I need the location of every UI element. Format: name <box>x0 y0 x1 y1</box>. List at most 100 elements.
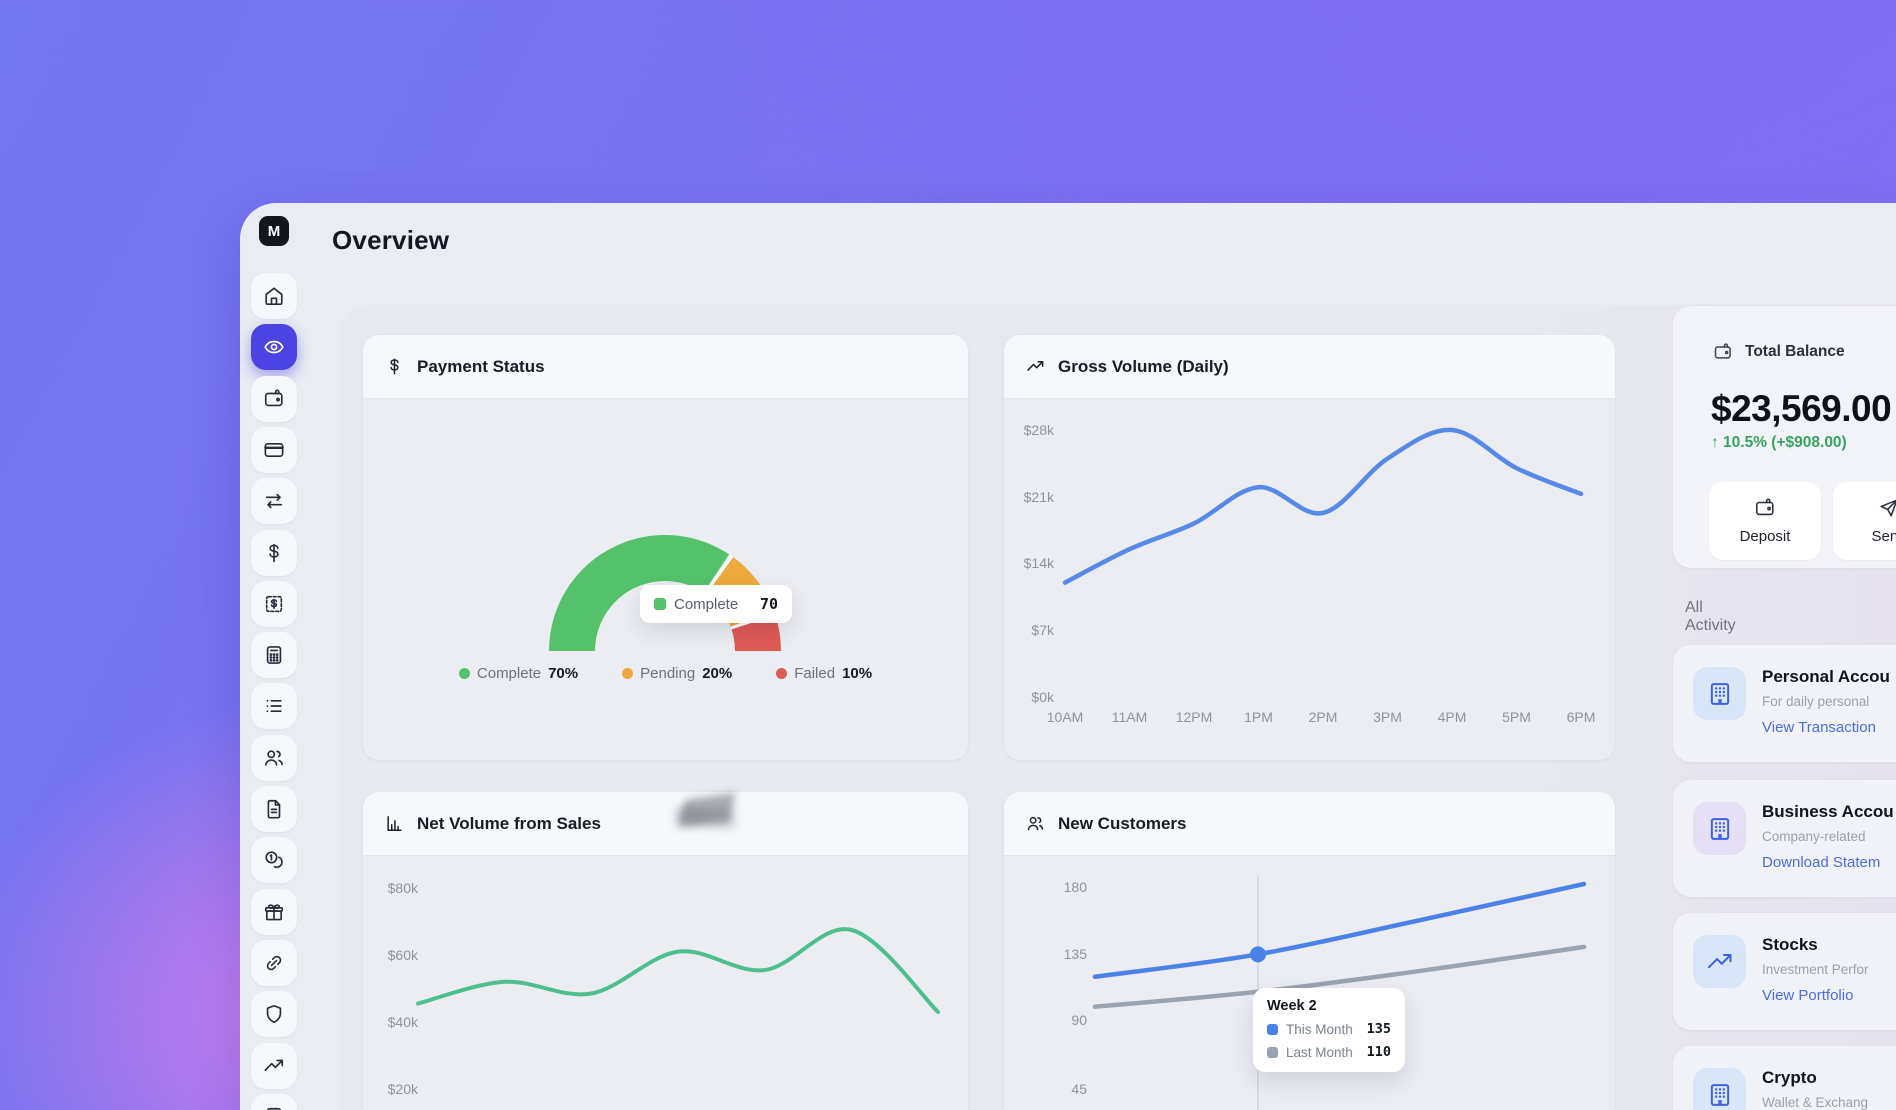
all-activity-heading: All Activity <box>1685 599 1736 635</box>
y-axis-tick: $40k <box>388 1014 419 1030</box>
activity-subtitle: Company-related <box>1762 829 1866 844</box>
sidebar-item-security[interactable] <box>251 991 297 1037</box>
net-volume-chart: $80k$60k$40k$20k <box>363 792 968 1110</box>
gift-icon <box>263 901 285 923</box>
coins-icon <box>263 849 285 871</box>
deposit-label: Deposit <box>1740 528 1791 545</box>
tooltip-row: This Month 135 <box>1267 1021 1391 1037</box>
y-axis-tick: 45 <box>1071 1081 1087 1097</box>
tooltip-swatch <box>1267 1024 1278 1035</box>
activity-title: Stocks <box>1762 935 1818 955</box>
activity-card-personal: Personal Accou For daily personal View T… <box>1673 645 1896 762</box>
wallet-icon <box>263 388 285 410</box>
tooltip-label: This Month <box>1286 1022 1353 1037</box>
building-icon <box>1706 815 1734 843</box>
y-axis-tick: $80k <box>388 880 419 896</box>
card-title: Payment Status <box>417 357 545 377</box>
sidebar-item-calculator[interactable] <box>251 632 297 678</box>
sidebar-item-home[interactable] <box>251 273 297 319</box>
users-icon <box>263 747 285 769</box>
sidebar-item-transfers[interactable] <box>251 478 297 524</box>
receipt-dollar-icon <box>263 593 285 615</box>
desktop-background: { "app": { "logo_letter": "M", "page_tit… <box>0 0 1896 1110</box>
tooltip-row: Last Month 110 <box>1267 1044 1391 1060</box>
gross-volume-chart: $28k$21k$14k$7k$0k10AM11AM12PM1PM2PM3PM4… <box>1004 335 1615 760</box>
sidebar-item-integrations[interactable] <box>251 940 297 986</box>
total-balance-card: Total Balance $23,569.00 ↑ 10.5% (+$908.… <box>1673 306 1896 568</box>
shield-icon <box>263 1003 285 1025</box>
activity-subtitle: For daily personal <box>1762 694 1869 709</box>
y-axis-tick: $14k <box>1024 555 1055 571</box>
activity-card-crypto: Crypto Wallet & Exchang <box>1673 1046 1896 1110</box>
calculator-icon <box>263 644 285 666</box>
x-axis-tick: 3PM <box>1373 709 1402 725</box>
y-axis-tick: 90 <box>1071 1012 1087 1028</box>
tooltip-value: 70 <box>760 595 778 613</box>
wallet-icon <box>1754 497 1776 519</box>
tooltip-swatch <box>654 598 666 610</box>
activity-link[interactable]: View Transaction <box>1762 719 1876 736</box>
sidebar-item-coins[interactable] <box>251 837 297 883</box>
trending-up-icon <box>1693 935 1746 988</box>
activity-title: Crypto <box>1762 1068 1817 1088</box>
sidebar-item-rewards[interactable] <box>251 889 297 935</box>
building-icon <box>1706 1081 1734 1109</box>
send-label: Send <box>1871 528 1896 545</box>
legend-label: Failed <box>794 665 835 682</box>
gauge-tooltip: Complete 70 <box>640 585 792 623</box>
sidebar-item-invoices[interactable] <box>251 581 297 627</box>
payment-status-card: Payment Status Complete 70 Complete70%Pe… <box>363 335 968 760</box>
balance-change: ↑ 10.5% (+$908.00) <box>1711 434 1847 452</box>
activity-link[interactable]: Download Statem <box>1762 854 1880 871</box>
arrows-swap-icon <box>263 490 285 512</box>
app-logo[interactable]: M <box>259 216 289 246</box>
deposit-button[interactable]: Deposit <box>1709 482 1821 560</box>
dollar-icon <box>263 542 285 564</box>
eye-icon <box>263 336 285 358</box>
x-axis-tick: 10AM <box>1047 709 1084 725</box>
building-icon <box>1693 667 1746 720</box>
series-line-volume <box>1065 430 1581 583</box>
series-line-This Month <box>1095 884 1584 977</box>
tablet-icon <box>263 1106 285 1110</box>
sidebar-item-cards[interactable] <box>251 427 297 473</box>
sidebar-item-devices[interactable] <box>251 1094 297 1110</box>
link-icon <box>263 952 285 974</box>
x-axis-tick: 6PM <box>1567 709 1596 725</box>
x-axis-tick: 1PM <box>1244 709 1273 725</box>
payment-legend: Complete70%Pending20%Failed10% <box>363 665 968 682</box>
y-axis-tick: 135 <box>1064 946 1088 962</box>
x-axis-tick: 4PM <box>1438 709 1467 725</box>
tooltip-value: 110 <box>1367 1044 1391 1060</box>
legend-value: 70% <box>548 665 578 682</box>
sidebar-item-wallet[interactable] <box>251 376 297 422</box>
sidebar-item-payments[interactable] <box>251 530 297 576</box>
sidebar-item-transactions[interactable] <box>251 683 297 729</box>
wallet-icon <box>1713 342 1733 362</box>
activity-subtitle: Wallet & Exchang <box>1762 1095 1868 1110</box>
tooltip-value: 135 <box>1367 1021 1391 1037</box>
list-icon <box>263 695 285 717</box>
sidebar-item-analytics[interactable] <box>251 1043 297 1089</box>
building-icon <box>1693 802 1746 855</box>
dashboard-panel: M Overview Payment Status Complete 70 Co… <box>240 203 1896 1110</box>
y-axis-tick: $60k <box>388 947 419 963</box>
legend-item: Failed 10% <box>776 665 872 682</box>
legend-swatch <box>622 668 633 679</box>
legend-label: Complete <box>477 665 541 682</box>
activity-link[interactable]: View Portfolio <box>1762 987 1853 1004</box>
file-text-icon <box>263 798 285 820</box>
sidebar-item-overview[interactable] <box>251 324 297 370</box>
legend-item: Complete 70% <box>459 665 578 682</box>
x-axis-tick: 11AM <box>1112 709 1148 725</box>
gross-volume-card: Gross Volume (Daily) $28k$21k$14k$7k$0k1… <box>1004 335 1615 760</box>
x-axis-tick: 12PM <box>1176 709 1213 725</box>
sidebar-item-customers[interactable] <box>251 735 297 781</box>
series-line-net-sales <box>418 929 938 1012</box>
balance-label: Total Balance <box>1745 343 1845 361</box>
legend-value: 10% <box>842 665 872 682</box>
x-axis-tick: 5PM <box>1502 709 1531 725</box>
send-button[interactable]: Send <box>1833 482 1896 560</box>
sidebar-item-documents[interactable] <box>251 786 297 832</box>
legend-value: 20% <box>702 665 732 682</box>
